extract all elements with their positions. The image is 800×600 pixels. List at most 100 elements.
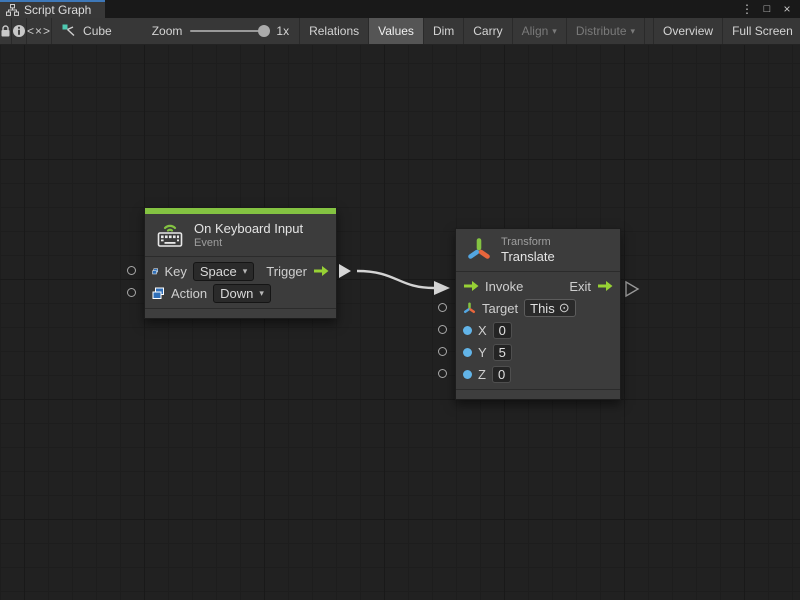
y-label: Y	[478, 345, 487, 360]
button-label: Relations	[309, 24, 359, 38]
chevron-down-icon: ▾	[631, 27, 636, 36]
target-input-port[interactable]	[438, 303, 447, 312]
chevron-down-icon: ▾	[243, 267, 248, 276]
node-on-keyboard-input[interactable]: On Keyboard Input Event Key Space ▾	[144, 207, 337, 319]
trigger-invoke-wire[interactable]	[357, 271, 434, 288]
distribute-button[interactable]: Distribute ▾	[567, 18, 645, 44]
tab-script-graph[interactable]: Script Graph	[0, 0, 105, 18]
z-input-port[interactable]	[438, 369, 447, 378]
info-button[interactable]	[12, 18, 27, 44]
float-port-icon	[463, 370, 472, 379]
target-object-label[interactable]: Cube	[83, 24, 112, 38]
code-preview-button[interactable]: <×>	[27, 18, 52, 44]
toolbar-buttons: Relations Values Dim Carry Align▾ Distri…	[300, 18, 800, 44]
tab-title: Script Graph	[24, 3, 91, 17]
info-icon	[12, 24, 26, 38]
node-subtitle: Event	[194, 237, 303, 249]
port-row-x: X 0	[456, 319, 620, 341]
x-value-field[interactable]: 0	[493, 322, 512, 339]
fullscreen-button[interactable]: Full Screen	[723, 18, 800, 44]
lock-icon	[0, 25, 11, 38]
zoom-slider-handle[interactable]	[258, 25, 270, 37]
zoom-slider[interactable]	[190, 30, 268, 32]
script-graph-window: Script Graph ⋮ □ × <×>	[0, 0, 800, 600]
maximize-icon[interactable]: □	[759, 1, 775, 17]
object-picker-icon[interactable]: ⊙	[559, 300, 570, 316]
window-controls: ⋮ □ ×	[739, 0, 800, 18]
node-header[interactable]: On Keyboard Input Event	[145, 214, 336, 257]
node-footer	[456, 389, 620, 399]
graph-canvas[interactable]: On Keyboard Input Event Key Space ▾	[0, 45, 800, 600]
node-footer	[145, 308, 336, 318]
values-button[interactable]: Values	[369, 18, 424, 44]
graph-toolbar: <×> Cube Zoom 1x Relations Values Dim Ca…	[0, 18, 800, 45]
align-button[interactable]: Align▾	[513, 18, 567, 44]
node-title: Translate	[501, 249, 555, 264]
transform-icon	[466, 237, 492, 263]
literal-value-icon	[152, 287, 165, 300]
trigger-label: Trigger	[266, 264, 307, 279]
x-input-port[interactable]	[438, 325, 447, 334]
key-input-port[interactable]	[127, 266, 136, 275]
action-dropdown-value: Down	[220, 286, 253, 301]
node-body: Key Space ▾ Trigger	[145, 257, 336, 308]
carry-button[interactable]: Carry	[464, 18, 512, 44]
wire-layer	[0, 45, 800, 600]
key-dropdown-value: Space	[200, 264, 237, 279]
invoke-label: Invoke	[485, 279, 523, 294]
z-label: Z	[478, 367, 486, 382]
literal-value-icon	[152, 265, 158, 278]
float-port-icon	[463, 348, 472, 357]
menu-kebab-icon[interactable]: ⋮	[739, 1, 755, 17]
node-header[interactable]: Transform Translate	[456, 229, 620, 272]
y-input-port[interactable]	[438, 347, 447, 356]
target-object-field[interactable]: This ⊙	[524, 299, 575, 317]
script-graph-asset-icon	[62, 24, 77, 38]
target-label: Target	[482, 301, 518, 316]
port-row-y: Y 5	[456, 341, 620, 363]
port-row-target: Target This ⊙	[456, 297, 620, 319]
flow-arrow-icon	[463, 280, 479, 292]
zoom-control: Zoom 1x	[152, 24, 289, 38]
button-label: Carry	[473, 24, 502, 38]
node-category: Transform	[501, 236, 555, 248]
node-transform-translate[interactable]: Transform Translate Invoke Exit	[455, 228, 621, 400]
action-input-port[interactable]	[127, 288, 136, 297]
button-label: Dim	[433, 24, 454, 38]
key-dropdown[interactable]: Space ▾	[193, 262, 254, 281]
node-title: On Keyboard Input	[194, 221, 303, 236]
exit-label: Exit	[569, 279, 591, 294]
keyboard-event-icon	[155, 222, 185, 248]
button-label: Align	[522, 24, 549, 38]
zoom-value: 1x	[276, 24, 289, 38]
button-label: Overview	[663, 24, 713, 38]
relations-button[interactable]: Relations	[300, 18, 369, 44]
flow-arrow-icon	[597, 280, 613, 292]
code-icon: <×>	[27, 24, 51, 38]
port-row-key: Key Space ▾ Trigger	[145, 260, 336, 282]
button-label: Values	[378, 24, 414, 38]
key-label: Key	[164, 264, 186, 279]
lock-button[interactable]	[0, 18, 12, 44]
graph-hierarchy-icon	[6, 4, 19, 16]
wire-arrowhead-icon	[434, 281, 450, 295]
y-value-field[interactable]: 5	[493, 344, 512, 361]
close-icon[interactable]: ×	[779, 1, 795, 17]
x-label: X	[478, 323, 487, 338]
overview-button[interactable]: Overview	[653, 18, 723, 44]
zoom-label: Zoom	[152, 24, 183, 38]
node-body: Invoke Exit Target	[456, 272, 620, 389]
chevron-down-icon: ▾	[552, 27, 557, 36]
button-label: Distribute	[576, 24, 627, 38]
action-label: Action	[171, 286, 207, 301]
trigger-output-port[interactable]	[339, 264, 351, 278]
port-row-z: Z 0	[456, 363, 620, 385]
button-label: Full Screen	[732, 24, 793, 38]
dim-button[interactable]: Dim	[424, 18, 464, 44]
float-port-icon	[463, 326, 472, 335]
target-object-value: This	[530, 301, 555, 316]
exit-output-port[interactable]	[626, 282, 638, 296]
z-value-field[interactable]: 0	[492, 366, 511, 383]
action-dropdown[interactable]: Down ▾	[213, 284, 271, 303]
transform-mini-icon	[463, 302, 476, 315]
